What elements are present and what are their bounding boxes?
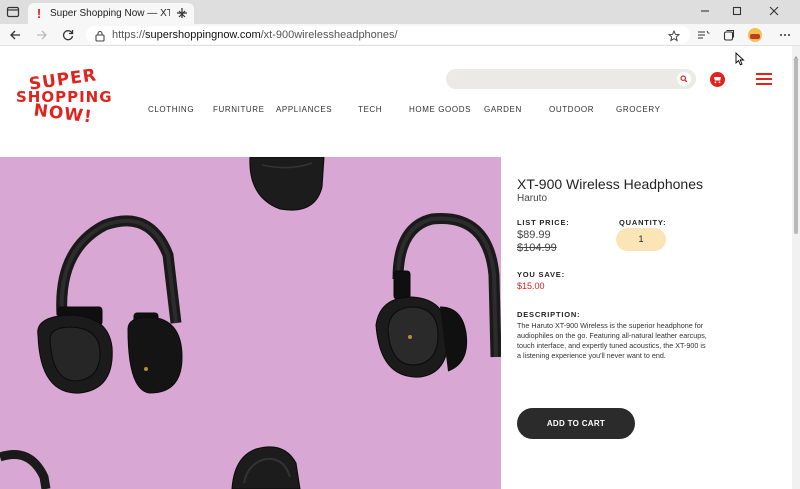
url-text: https://supershoppingnow.com/xt-900wirel…: [112, 29, 398, 42]
nav-item-furniture[interactable]: FURNITURE: [213, 104, 265, 116]
star-icon[interactable]: [667, 29, 681, 42]
forward-arrow-icon[interactable]: [35, 28, 49, 42]
site-logo[interactable]: SUPER SHOPPING NOW!: [16, 65, 112, 127]
nav-item-garden[interactable]: GARDEN: [484, 104, 522, 116]
nav-item-tech[interactable]: TECH: [358, 104, 382, 116]
refresh-icon[interactable]: [61, 28, 75, 42]
tab-title: Super Shopping Now — XT-900: [50, 8, 170, 19]
tab-actions-icon[interactable]: [6, 5, 20, 19]
search-input[interactable]: [446, 69, 696, 89]
page-scrollbar[interactable]: [792, 46, 800, 489]
product-description: The Haruto XT-900 Wireless is the superi…: [517, 321, 707, 360]
collections-icon[interactable]: [722, 28, 736, 42]
nav-item-appliances[interactable]: APPLIANCES: [276, 104, 332, 116]
window-close-icon[interactable]: [767, 4, 781, 18]
profile-avatar[interactable]: [748, 28, 762, 42]
scroll-up-icon[interactable]: [793, 48, 799, 60]
list-price-label: LIST PRICE:: [517, 218, 570, 227]
back-arrow-icon[interactable]: [8, 28, 22, 42]
you-save-label: YOU SAVE:: [517, 270, 565, 279]
cart-icon[interactable]: [710, 72, 725, 87]
product-image: [0, 157, 501, 489]
hamburger-menu-icon[interactable]: [756, 73, 772, 85]
quantity-label: QUANTITY:: [619, 218, 667, 227]
web-page: SUPER SHOPPING NOW! CLOTHING FURNITURE A…: [0, 46, 792, 489]
scrollbar-thumb[interactable]: [794, 58, 798, 234]
maximize-icon[interactable]: [730, 4, 744, 18]
url-path: /xt-900wirelessheadphones/: [260, 29, 398, 41]
mouse-cursor-icon: [735, 51, 745, 66]
lock-icon[interactable]: [95, 29, 105, 42]
add-to-cart-button[interactable]: ADD TO CART: [517, 408, 635, 439]
product-title: XT-900 Wireless Headphones: [517, 176, 703, 192]
url-scheme: https://: [112, 29, 146, 41]
description-label: DESCRIPTION:: [517, 310, 581, 319]
plus-icon[interactable]: [176, 6, 188, 18]
quantity-input[interactable]: 1: [616, 228, 666, 251]
you-save-value: $15.00: [517, 281, 545, 291]
minimize-icon[interactable]: [698, 4, 712, 18]
nav-item-grocery[interactable]: GROCERY: [616, 104, 661, 116]
nav-item-outdoor[interactable]: OUTDOOR: [549, 104, 594, 116]
search-icon[interactable]: [677, 72, 691, 86]
original-price: $104.99: [517, 242, 557, 254]
reading-list-icon[interactable]: [696, 28, 710, 42]
more-options-icon[interactable]: [778, 28, 792, 42]
tab-favicon: !: [36, 6, 42, 21]
browser-tab-bar: ! Super Shopping Now — XT-900: [0, 0, 800, 25]
browser-toolbar: https://supershoppingnow.com/xt-900wirel…: [0, 24, 800, 46]
address-bar[interactable]: https://supershoppingnow.com/xt-900wirel…: [86, 26, 690, 44]
product-brand: Haruto: [517, 193, 548, 204]
url-host: supershoppingnow.com: [145, 29, 261, 41]
browser-tab[interactable]: ! Super Shopping Now — XT-900: [28, 3, 194, 25]
nav-item-clothing[interactable]: CLOTHING: [148, 104, 194, 116]
product-price: $89.99: [517, 229, 551, 241]
nav-item-home-goods[interactable]: HOME GOODS: [409, 104, 471, 116]
